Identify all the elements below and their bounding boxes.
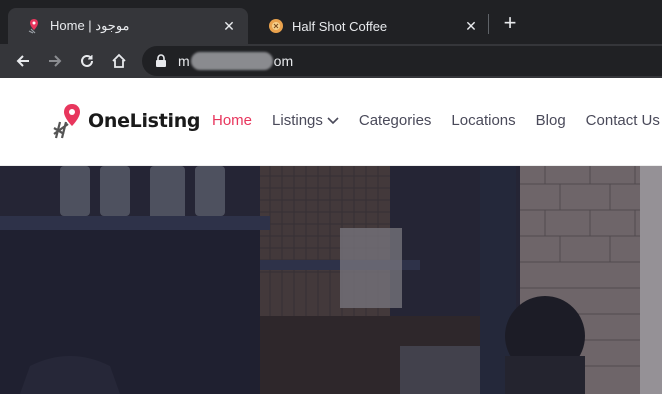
nav-locations[interactable]: Locations xyxy=(451,112,515,129)
nav-label: Listings xyxy=(272,112,323,129)
url-redaction xyxy=(190,52,273,70)
tab-title: Home | موجود xyxy=(50,18,130,33)
web-page: OneListing Home Listings Categories Loca… xyxy=(0,78,662,394)
lock-icon xyxy=(154,54,168,68)
cafe-interior-photo xyxy=(0,166,662,394)
location-pin-favicon-icon xyxy=(26,18,42,34)
tab-separator xyxy=(488,14,489,34)
reload-icon[interactable] xyxy=(74,48,100,74)
nav-contact[interactable]: Contact Us xyxy=(586,112,660,129)
address-bar[interactable]: m om xyxy=(142,46,662,76)
location-pin-logo-icon xyxy=(53,104,80,139)
tab-title: Half Shot Coffee xyxy=(292,18,388,34)
nav-label: Categories xyxy=(358,112,432,129)
nav-label: Locations xyxy=(451,112,516,129)
logo-text: OneListing xyxy=(88,110,201,132)
nav-listings[interactable]: Listings xyxy=(272,112,339,129)
chevron-down-icon xyxy=(327,116,339,125)
site-header: OneListing Home Listings Categories Loca… xyxy=(0,78,662,166)
nav-categories[interactable]: Categories xyxy=(359,112,432,129)
forward-arrow-icon[interactable] xyxy=(42,48,68,74)
new-tab-plus-icon[interactable]: + xyxy=(498,12,522,36)
nav-label: Home xyxy=(212,112,253,129)
nav-label: Contact Us xyxy=(585,112,660,129)
nav-home[interactable]: Home xyxy=(212,112,252,129)
nav-label: Blog xyxy=(535,112,566,129)
browser-tabstrip: Home | موجود ✕ Half Shot Coffee ✕ + xyxy=(0,0,662,44)
tab-close-icon[interactable]: ✕ xyxy=(220,17,238,35)
hero-image xyxy=(0,166,662,394)
site-logo[interactable]: OneListing xyxy=(50,102,201,140)
browser-toolbar: m om xyxy=(0,44,662,78)
url-suffix: om xyxy=(273,53,294,69)
main-nav: Home Listings Categories Locations Blog … xyxy=(212,112,662,129)
back-arrow-icon[interactable] xyxy=(10,48,36,74)
nav-blog[interactable]: Blog xyxy=(536,112,566,129)
tab-close-icon[interactable]: ✕ xyxy=(462,17,480,35)
tab-home[interactable]: Home | موجود ✕ xyxy=(8,8,248,44)
home-icon[interactable] xyxy=(106,48,132,74)
coffee-favicon-icon xyxy=(268,18,284,34)
url-prefix: m xyxy=(178,53,190,69)
tab-half-shot-coffee[interactable]: Half Shot Coffee ✕ xyxy=(250,8,490,44)
